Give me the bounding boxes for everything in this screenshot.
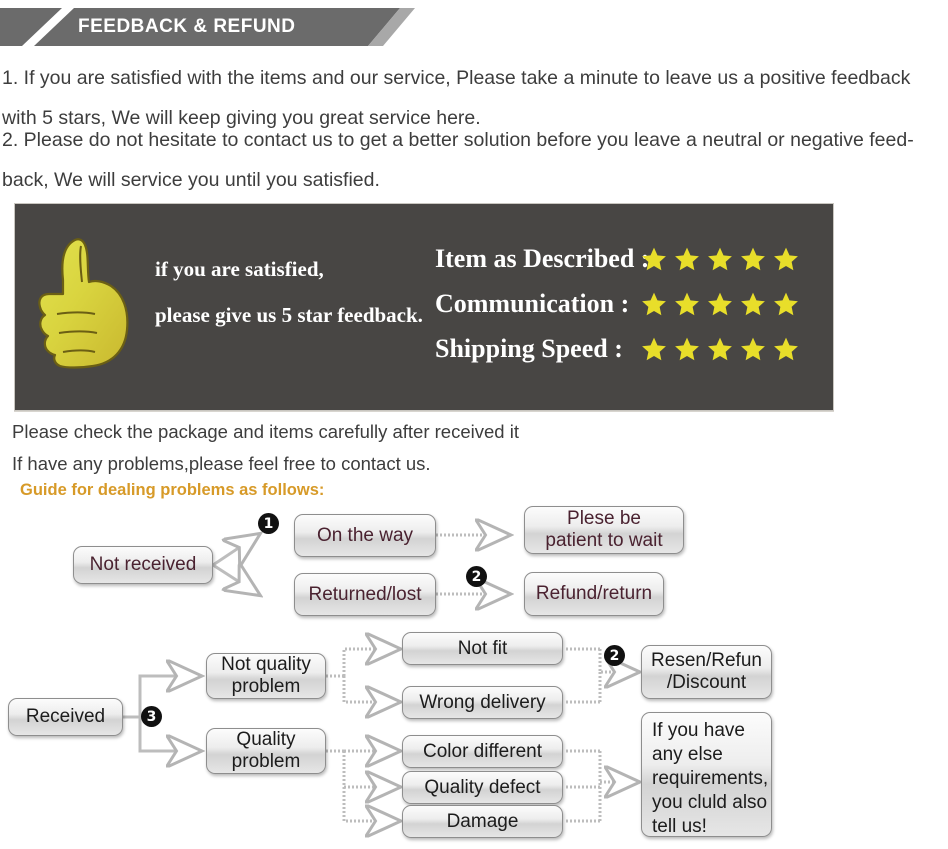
flow-node-not-received[interactable]: Not received: [73, 546, 213, 584]
flow-node-other-requirements[interactable]: If you have any else requirements, you c…: [641, 712, 772, 837]
flow-node-not-fit[interactable]: Not fit: [402, 632, 563, 665]
flow-node-received[interactable]: Received: [8, 698, 123, 736]
flow-step-badge-2b: 2: [604, 645, 625, 666]
flow-node-wrong-delivery[interactable]: Wrong delivery: [402, 686, 563, 719]
flow-node-returned-lost[interactable]: Returned/lost: [294, 573, 436, 616]
flow-node-not-quality-problem[interactable]: Not quality problem: [206, 653, 326, 699]
flow-node-please-be-patient[interactable]: Plese be patient to wait: [524, 506, 684, 554]
flow-step-badge-2: 2: [466, 566, 487, 587]
flow-node-damage[interactable]: Damage: [402, 805, 563, 838]
flow-step-badge-3: 3: [141, 706, 162, 727]
flow-node-quality-defect[interactable]: Quality defect: [402, 771, 563, 804]
flow-node-color-different[interactable]: Color different: [402, 735, 563, 768]
flow-node-on-the-way[interactable]: On the way: [294, 514, 436, 557]
flow-node-quality-problem[interactable]: Quality problem: [206, 728, 326, 774]
flow-step-badge-1: 1: [258, 513, 279, 534]
flow-node-refund-return[interactable]: Refund/return: [524, 572, 664, 616]
flow-node-resend-refund-discount[interactable]: Resen/Refun /Discount: [641, 645, 772, 699]
